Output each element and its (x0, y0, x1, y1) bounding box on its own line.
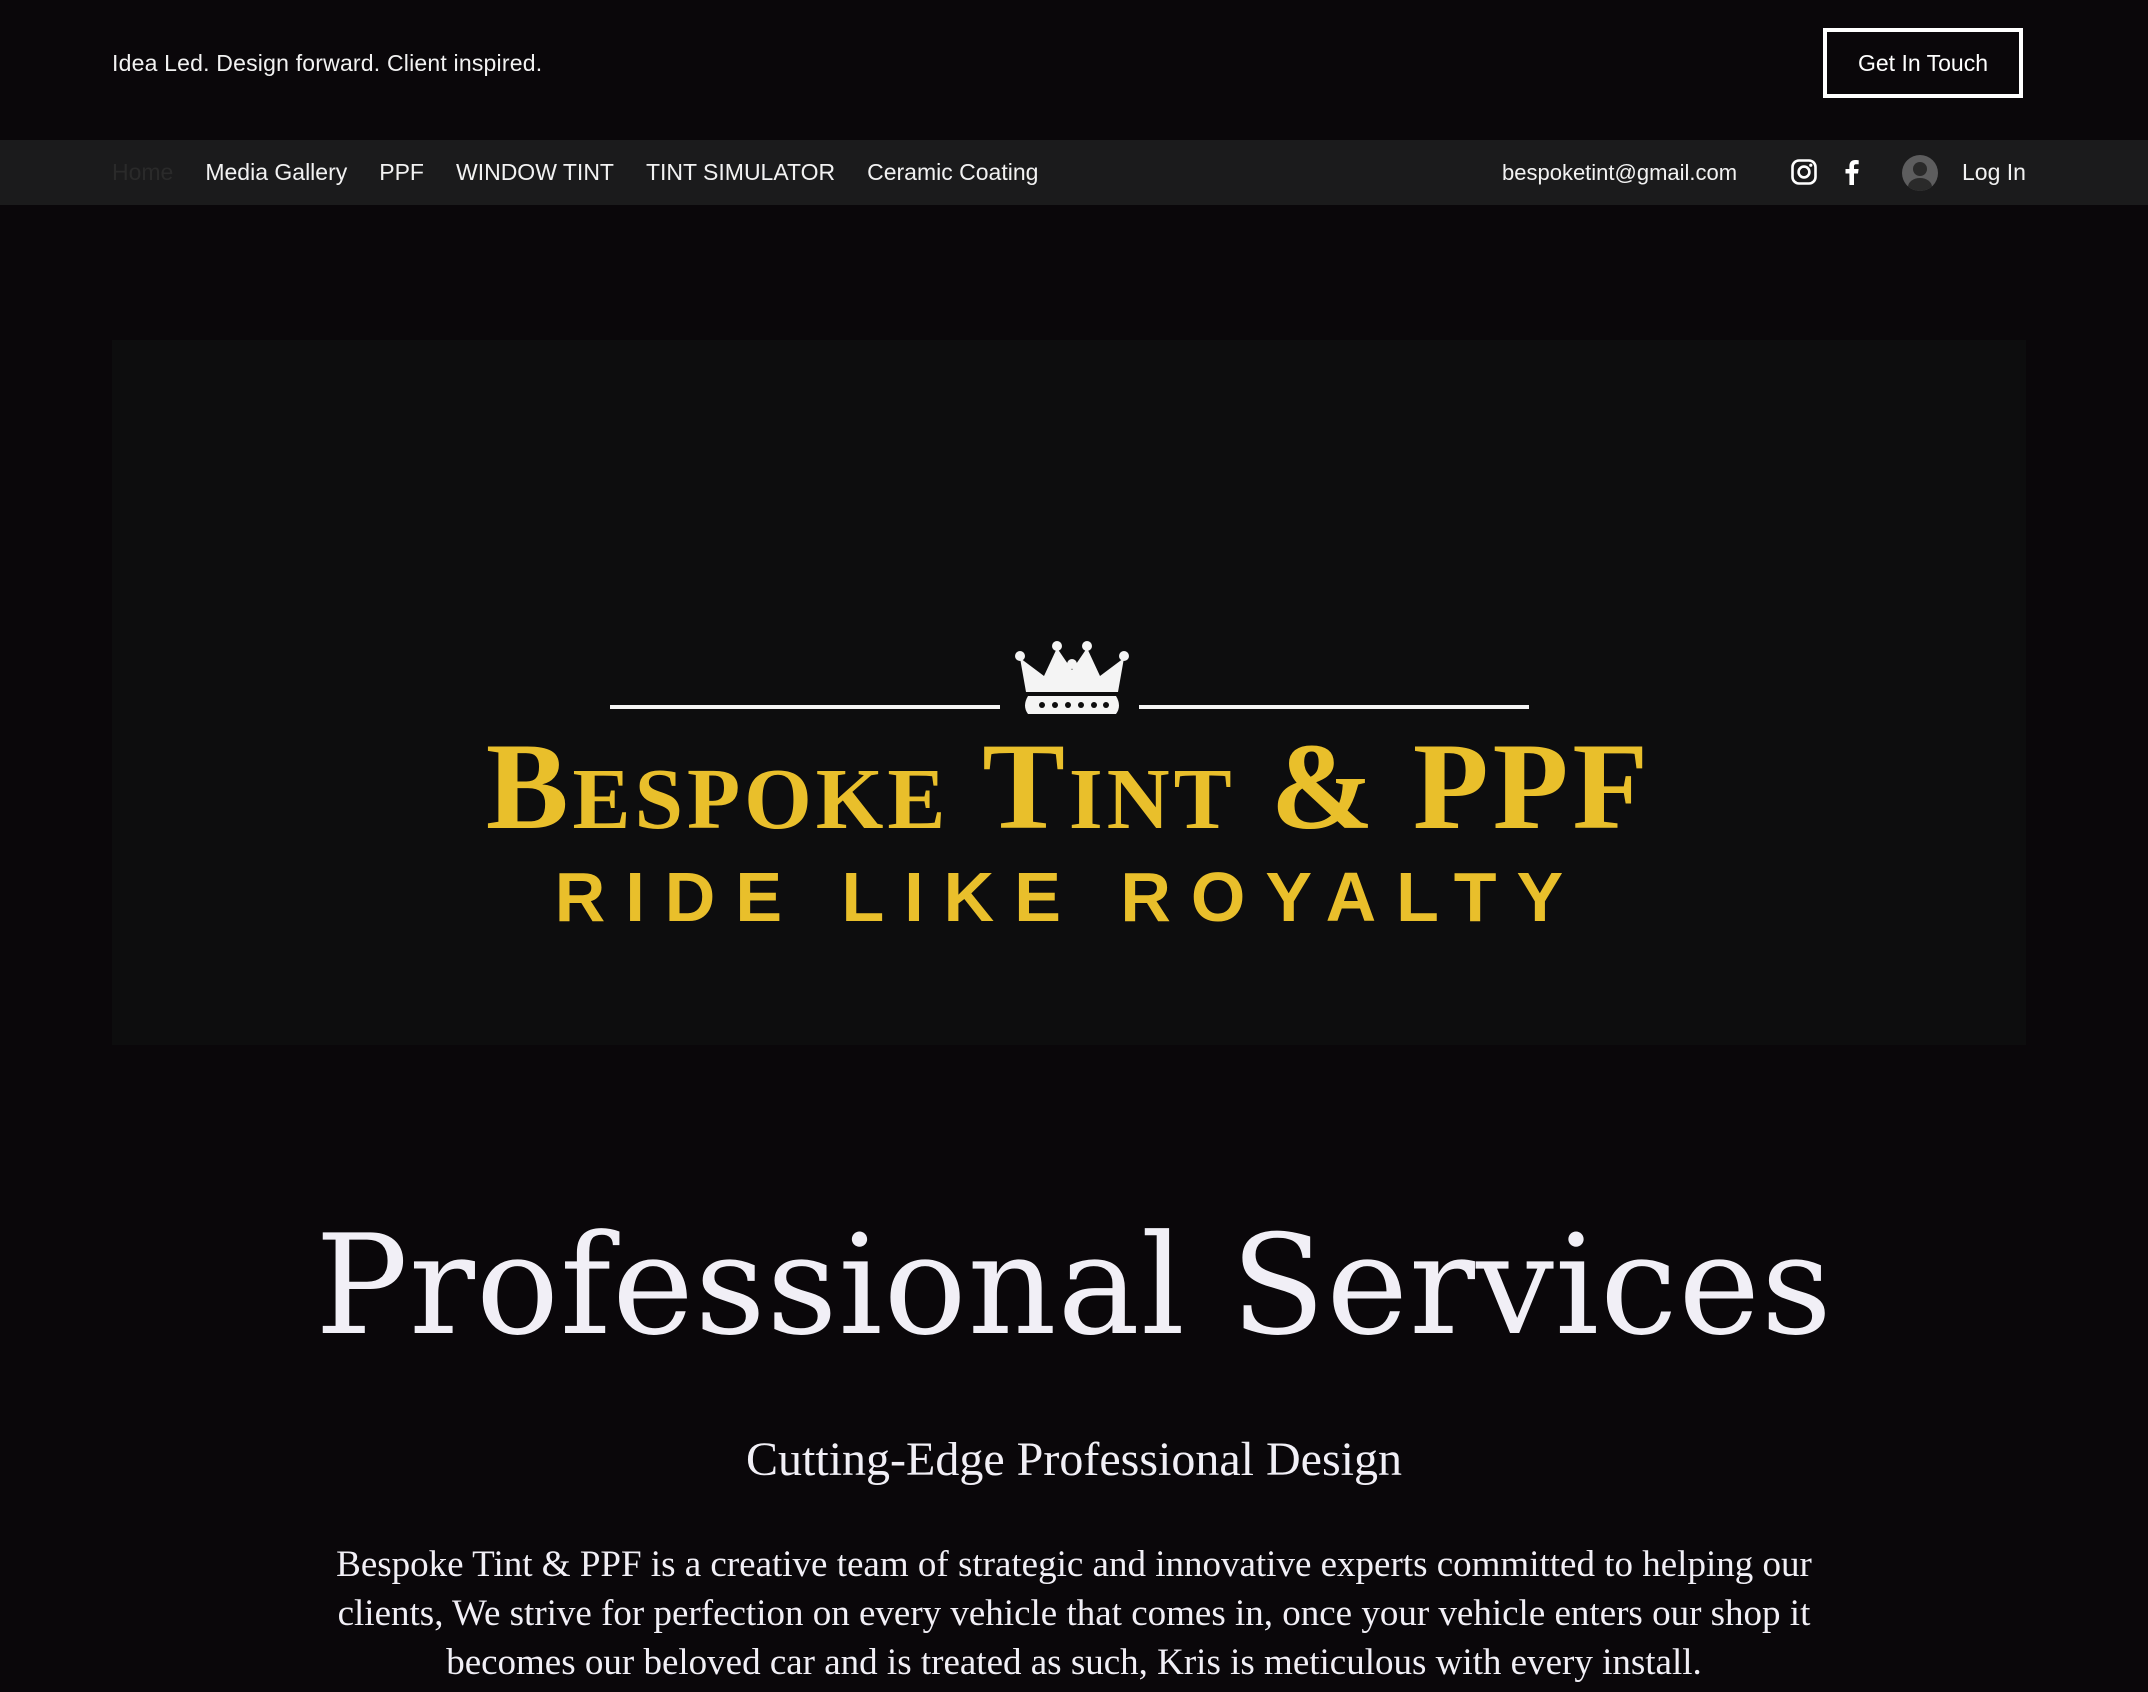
facebook-icon[interactable] (1838, 158, 1866, 186)
social-bar (1790, 158, 1866, 186)
login-label: Log In (1962, 159, 2026, 185)
site-tagline: Idea Led. Design forward. Client inspire… (112, 50, 543, 76)
email-link[interactable]: bespoketint@gmail.com (1502, 140, 1737, 205)
logo-divider-right (1139, 705, 1529, 709)
section-subtitle: Cutting-Edge Professional Design (746, 1433, 1402, 1486)
nav-item-media-gallery[interactable]: Media Gallery (205, 159, 347, 186)
nav-bar: Home Media Gallery PPF WINDOW TINT TINT … (0, 140, 2148, 205)
login-button[interactable]: Log In (1902, 140, 2026, 205)
brand-logo-text: Bespoke Tint & PPF (485, 718, 1653, 855)
page-title: Professional Services (315, 1205, 1833, 1366)
nav-item-tint-simulator[interactable]: TINT SIMULATOR (646, 159, 835, 186)
nav-item-ppf[interactable]: PPF (379, 159, 424, 186)
nav-item-window-tint[interactable]: WINDOW TINT (456, 159, 614, 186)
get-in-touch-button[interactable]: Get In Touch (1823, 28, 2023, 98)
top-bar: Idea Led. Design forward. Client inspire… (0, 0, 2148, 140)
main-menu: Home Media Gallery PPF WINDOW TINT TINT … (112, 140, 1070, 205)
avatar-icon (1902, 154, 1938, 191)
crown-icon (1012, 640, 1132, 720)
logo-divider-left (610, 705, 1000, 709)
intro-paragraph: Bespoke Tint & PPF is a creative team of… (336, 1544, 1812, 1683)
instagram-icon[interactable] (1790, 158, 1818, 186)
nav-item-ceramic-coating[interactable]: Ceramic Coating (867, 159, 1038, 186)
nav-item-home[interactable]: Home (112, 159, 173, 186)
brand-slogan: RIDE LIKE ROYALTY (554, 858, 1584, 936)
hero-banner: Bespoke Tint & PPF RIDE LIKE ROYALTY (112, 340, 2026, 1045)
